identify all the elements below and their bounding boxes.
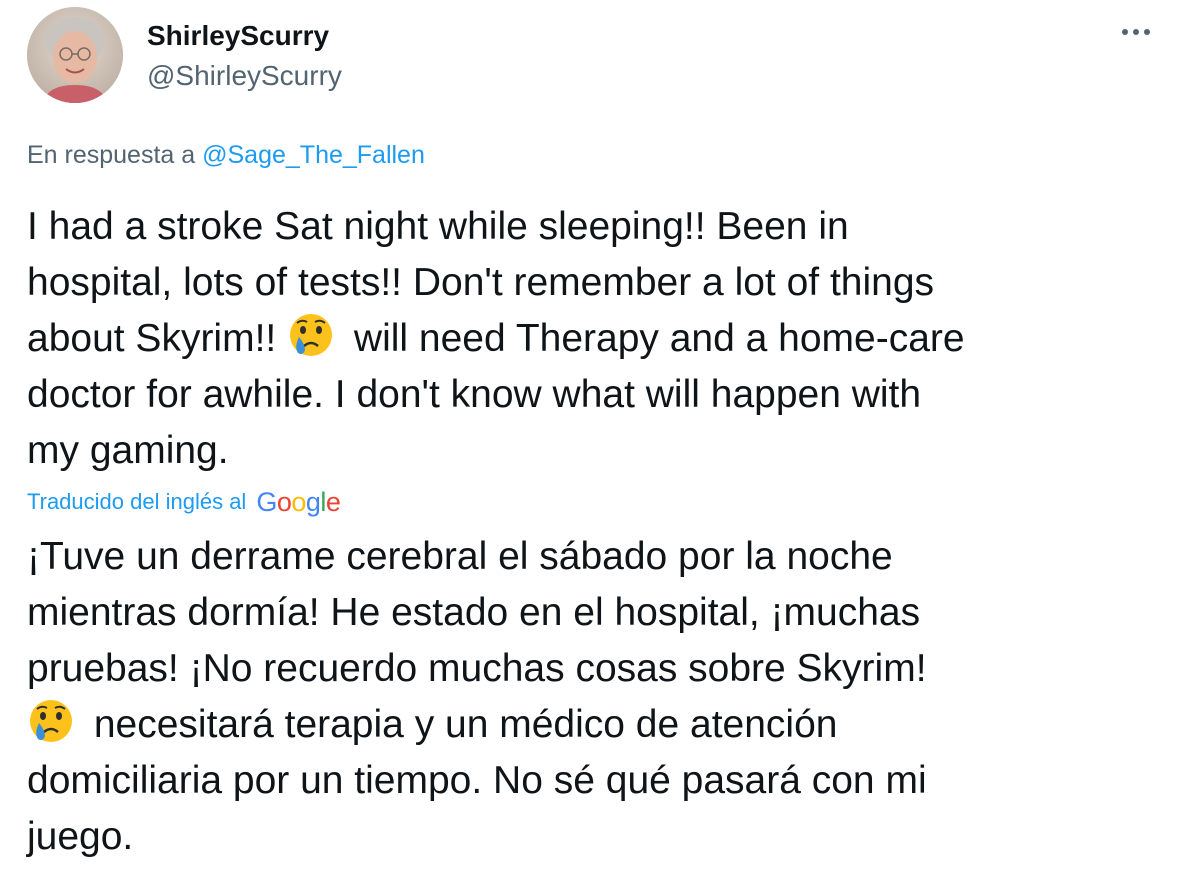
text-line: about Skyrim!! will need Therapy and a h… bbox=[27, 311, 1167, 367]
text-segment: domiciliaria por un tiempo. No sé qué pa… bbox=[27, 759, 927, 802]
crying-face-emoji bbox=[287, 313, 343, 357]
user-avatar[interactable] bbox=[27, 7, 123, 103]
text-segment: about Skyrim!! bbox=[27, 317, 288, 360]
text-line: I had a stroke Sat night while sleeping!… bbox=[27, 199, 1167, 255]
text-line: necesitará terapia y un médico de atenci… bbox=[27, 697, 1167, 753]
user-handle[interactable]: @ShirleyScurry bbox=[147, 59, 342, 93]
reply-mention-link[interactable]: @Sage_The_Fallen bbox=[202, 141, 425, 169]
text-segment: hospital, lots of tests!! Don't remember… bbox=[27, 261, 935, 304]
text-segment: will need Therapy and a home-care bbox=[343, 317, 965, 360]
tweet: ShirleyScurry @ShirleyScurry En respuest… bbox=[0, 0, 1186, 880]
text-segment: necesitará terapia y un médico de atenci… bbox=[83, 703, 838, 746]
translation-attribution[interactable]: Traducido del inglés al Google bbox=[27, 486, 341, 518]
text-line: my gaming. bbox=[27, 423, 1167, 479]
crying-face-emoji bbox=[27, 699, 83, 743]
text-segment: mientras dormía! He estado en el hospita… bbox=[27, 591, 921, 634]
tweet-text-original: I had a stroke Sat night while sleeping!… bbox=[27, 199, 1167, 479]
tweet-header: ShirleyScurry @ShirleyScurry bbox=[27, 7, 1167, 105]
text-segment: pruebas! ¡No recuerdo muchas cosas sobre… bbox=[27, 647, 927, 690]
text-segment: I had a stroke Sat night while sleeping!… bbox=[27, 205, 849, 248]
tweet-text-translation: ¡Tuve un derrame cerebral el sábado por … bbox=[27, 529, 1167, 865]
text-line: doctor for awhile. I don't know what wil… bbox=[27, 367, 1167, 423]
text-segment: juego. bbox=[27, 815, 134, 858]
text-segment: my gaming. bbox=[27, 429, 229, 472]
reply-context: En respuesta a @Sage_The_Fallen bbox=[27, 140, 425, 170]
display-name[interactable]: ShirleyScurry bbox=[147, 19, 329, 53]
more-dots-icon[interactable] bbox=[1119, 15, 1153, 49]
text-line: hospital, lots of tests!! Don't remember… bbox=[27, 255, 1167, 311]
text-line: domiciliaria por un tiempo. No sé qué pa… bbox=[27, 753, 1167, 809]
text-segment: ¡Tuve un derrame cerebral el sábado por … bbox=[27, 535, 893, 578]
text-line: juego. bbox=[27, 809, 1167, 865]
text-line: ¡Tuve un derrame cerebral el sábado por … bbox=[27, 529, 1167, 585]
text-line: pruebas! ¡No recuerdo muchas cosas sobre… bbox=[27, 641, 1167, 697]
text-line: mientras dormía! He estado en el hospita… bbox=[27, 585, 1167, 641]
google-logo-icon: Google bbox=[256, 487, 341, 517]
translation-label: Traducido del inglés al bbox=[27, 489, 247, 514]
text-segment: doctor for awhile. I don't know what wil… bbox=[27, 373, 922, 416]
reply-prefix: En respuesta a bbox=[27, 141, 203, 169]
